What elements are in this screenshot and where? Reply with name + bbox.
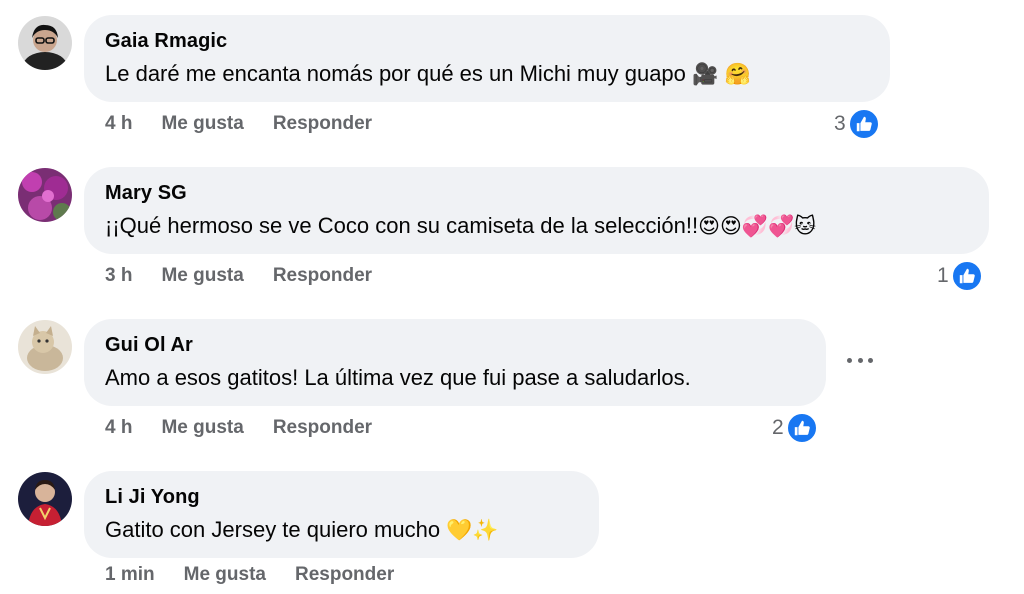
avatar-image <box>18 320 72 374</box>
comment-timestamp[interactable]: 3 h <box>105 263 132 289</box>
reply-button[interactable]: Responder <box>295 562 394 588</box>
like-button[interactable]: Me gusta <box>161 263 243 289</box>
avatar[interactable] <box>18 16 72 70</box>
comment-text: ¡¡Qué hermoso se ve Coco con su camiseta… <box>105 213 817 238</box>
comment-emoji: 😍😍💞💞🐱 <box>698 214 817 238</box>
reply-button[interactable]: Responder <box>273 263 372 289</box>
reaction-count: 1 <box>937 264 949 287</box>
reaction-summary[interactable]: 2 <box>772 411 818 445</box>
comment-timestamp[interactable]: 1 min <box>105 562 155 588</box>
reaction-summary[interactable]: 3 <box>834 107 880 141</box>
comment-text: Le daré me encanta nomás por qué es un M… <box>105 61 752 86</box>
avatar[interactable] <box>18 320 72 374</box>
comment-emoji: 🎥 🤗 <box>692 62 752 86</box>
avatar-image <box>18 168 72 222</box>
comment-actions: 4 h Me gusta Responder <box>105 415 401 441</box>
like-button[interactable]: Me gusta <box>184 562 266 588</box>
reaction-count: 2 <box>772 416 784 439</box>
like-thumb-icon <box>785 412 818 444</box>
comment-bubble: Mary SG ¡¡Qué hermoso se ve Coco con su … <box>84 167 989 254</box>
comment-text: Amo a esos gatitos! La última vez que fu… <box>105 365 691 390</box>
avatar[interactable] <box>18 168 72 222</box>
comment-timestamp[interactable]: 4 h <box>105 111 132 137</box>
like-button[interactable]: Me gusta <box>161 415 243 441</box>
reaction-count: 3 <box>834 112 846 135</box>
like-thumb-icon <box>950 260 983 292</box>
comment-bubble: Gaia Rmagic Le daré me encanta nomás por… <box>84 15 890 102</box>
like-thumb-icon <box>847 108 880 140</box>
comment-actions: 3 h Me gusta Responder <box>105 263 401 289</box>
comment-author[interactable]: Li Ji Yong <box>105 484 577 510</box>
like-button[interactable]: Me gusta <box>161 111 243 137</box>
comment-author[interactable]: Gui Ol Ar <box>105 332 804 358</box>
comment-actions: 1 min Me gusta Responder <box>105 562 423 588</box>
avatar-image <box>18 472 72 526</box>
comment-actions: 4 h Me gusta Responder <box>105 111 401 137</box>
comment-text: Gatito con Jersey te quiero mucho 💛✨ <box>105 517 499 542</box>
reaction-summary[interactable]: 1 <box>937 259 983 293</box>
comment-author[interactable]: Mary SG <box>105 180 967 206</box>
comment-bubble: Li Ji Yong Gatito con Jersey te quiero m… <box>84 471 599 558</box>
comment-timestamp[interactable]: 4 h <box>105 415 132 441</box>
comment-emoji: 💛✨ <box>446 518 499 542</box>
more-options-icon[interactable] <box>847 349 873 371</box>
reply-button[interactable]: Responder <box>273 111 372 137</box>
comment-author[interactable]: Gaia Rmagic <box>105 28 868 54</box>
comment-bubble: Gui Ol Ar Amo a esos gatitos! La última … <box>84 319 826 406</box>
reply-button[interactable]: Responder <box>273 415 372 441</box>
avatar-image <box>18 16 72 70</box>
avatar[interactable] <box>18 472 72 526</box>
